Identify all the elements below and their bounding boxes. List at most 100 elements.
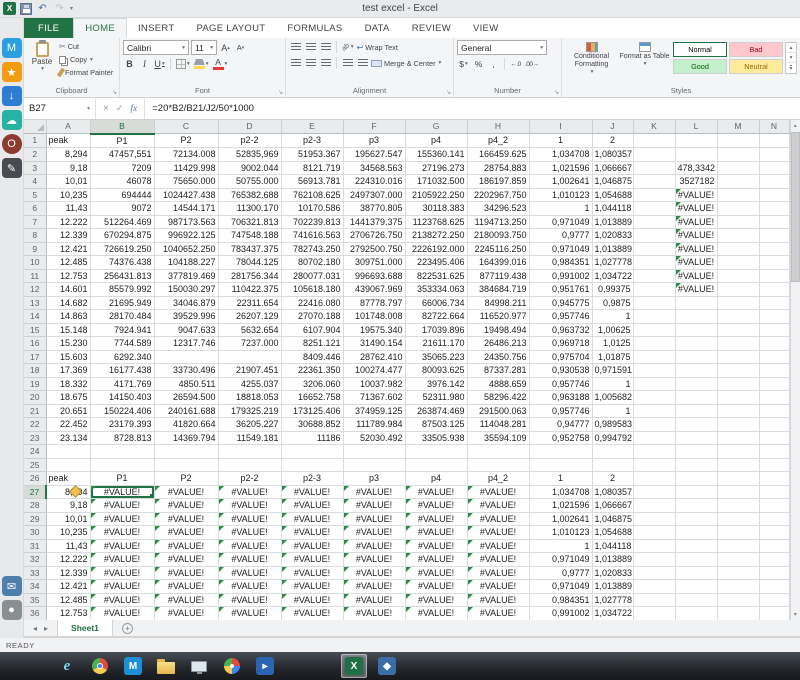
cell-I2[interactable]: 1,034708 — [529, 147, 593, 162]
cell-M33[interactable] — [717, 566, 760, 580]
cell-G35[interactable]: #VALUE! — [405, 593, 468, 607]
cell-H24[interactable] — [467, 444, 530, 459]
cell-J35[interactable]: 1,027778 — [592, 593, 634, 607]
cell-F27[interactable]: #VALUE! — [343, 485, 406, 499]
cell-H14[interactable]: 116520.977 — [467, 309, 530, 324]
cell-A25[interactable] — [46, 458, 91, 472]
cell-J23[interactable]: 0,994792 — [592, 431, 634, 445]
cell-A13[interactable]: 14.682 — [46, 296, 91, 310]
cell-L8[interactable]: #VALUE! — [675, 228, 718, 243]
row-header-33[interactable]: 33 — [24, 566, 47, 580]
cell-L17[interactable] — [675, 350, 718, 364]
ribbon-tab-review[interactable]: REVIEW — [401, 18, 462, 38]
cell-J12[interactable]: 0,99375 — [592, 282, 634, 297]
cell-L29[interactable] — [675, 512, 718, 526]
cell-F21[interactable]: 374959.125 — [343, 404, 406, 418]
scroll-up-icon[interactable] — [791, 120, 800, 131]
align-right-button[interactable] — [319, 56, 332, 70]
cell-G34[interactable]: #VALUE! — [405, 579, 468, 594]
cell-L19[interactable] — [675, 377, 718, 391]
previous-sheet-icon[interactable] — [33, 624, 37, 633]
cell-N9[interactable] — [759, 242, 790, 256]
row-header-1[interactable]: 1 — [24, 133, 47, 148]
column-header-H[interactable]: H — [467, 120, 530, 134]
cell-D33[interactable]: #VALUE! — [218, 566, 282, 580]
cell-L10[interactable]: #VALUE! — [675, 255, 718, 270]
cell-D36[interactable]: #VALUE! — [218, 606, 282, 620]
column-header-M[interactable]: M — [717, 120, 760, 134]
cell-C24[interactable] — [154, 444, 219, 459]
cell-I24[interactable] — [529, 444, 593, 459]
cut-button[interactable]: Cut — [59, 40, 113, 53]
cell-E30[interactable]: #VALUE! — [281, 525, 344, 540]
italic-button[interactable]: I — [138, 57, 151, 71]
cell-A15[interactable]: 15.148 — [46, 323, 91, 337]
cell-A33[interactable]: 12.339 — [46, 566, 91, 580]
cell-I36[interactable]: 0,991002 — [529, 606, 593, 620]
font-dialog-launcher[interactable] — [278, 89, 283, 96]
cell-L7[interactable]: #VALUE! — [675, 215, 718, 229]
cell-J2[interactable]: 1,080357 — [592, 147, 634, 162]
row-header-35[interactable]: 35 — [24, 593, 47, 607]
cell-B14[interactable]: 28170.484 — [90, 309, 155, 324]
cell-D5[interactable]: 765382.688 — [218, 188, 282, 202]
row-header-32[interactable]: 32 — [24, 552, 47, 567]
cell-M32[interactable] — [717, 552, 760, 567]
dock-icon-browser-app[interactable]: O — [1, 134, 22, 154]
cell-F19[interactable]: 10037.982 — [343, 377, 406, 391]
ribbon-tab-file[interactable]: FILE — [24, 18, 74, 38]
shrink-font-button[interactable]: A — [234, 41, 247, 55]
cell-F15[interactable]: 19575.340 — [343, 323, 406, 337]
cell-H7[interactable]: 1194713.250 — [467, 215, 530, 229]
cell-D35[interactable]: #VALUE! — [218, 593, 282, 607]
name-box[interactable]: B27 — [24, 98, 96, 119]
cell-C22[interactable]: 41820.664 — [154, 417, 219, 432]
cell-I17[interactable]: 0,975704 — [529, 350, 593, 364]
cell-N13[interactable] — [759, 296, 790, 310]
dock-icon-cloud-app[interactable]: ☁ — [1, 110, 22, 130]
row-header-4[interactable]: 4 — [24, 174, 47, 189]
cell-A36[interactable]: 12.753 — [46, 606, 91, 620]
cell-A30[interactable]: 10,235 — [46, 525, 91, 540]
cell-J31[interactable]: 1,044118 — [592, 539, 634, 553]
cell-M20[interactable] — [717, 390, 760, 405]
row-header-34[interactable]: 34 — [24, 579, 47, 594]
taskbar-icon-file-explorer[interactable] — [153, 654, 179, 678]
cell-B25[interactable] — [90, 458, 155, 472]
taskbar-icon-media-app[interactable]: ▸ — [252, 654, 278, 678]
column-header-L[interactable]: L — [675, 120, 718, 134]
cell-B22[interactable]: 23179.393 — [90, 417, 155, 432]
cell-E2[interactable]: 51953.367 — [281, 147, 344, 162]
cell-K10[interactable] — [633, 255, 676, 270]
cell-L2[interactable] — [675, 147, 718, 162]
ribbon-tab-page-layout[interactable]: PAGE LAYOUT — [185, 18, 276, 38]
cell-M22[interactable] — [717, 417, 760, 432]
cell-J34[interactable]: 1,013889 — [592, 579, 634, 594]
cell-E3[interactable]: 8121.719 — [281, 161, 344, 175]
cell-A10[interactable]: 12.485 — [46, 255, 91, 270]
cell-N3[interactable] — [759, 161, 790, 175]
cell-F22[interactable]: 111789.984 — [343, 417, 406, 432]
cell-N1[interactable] — [759, 133, 790, 148]
cell-F28[interactable]: #VALUE! — [343, 498, 406, 513]
cell-L13[interactable] — [675, 296, 718, 310]
cell-I34[interactable]: 0,971049 — [529, 579, 593, 594]
cell-B29[interactable]: #VALUE! — [90, 512, 155, 526]
cell-K35[interactable] — [633, 593, 676, 607]
cell-M6[interactable] — [717, 201, 760, 216]
cell-D25[interactable] — [218, 458, 282, 472]
cell-G16[interactable]: 21611.170 — [405, 336, 468, 351]
cell-E7[interactable]: 702239.813 — [281, 215, 344, 229]
taskbar-icon-blue-app[interactable]: ◆ — [374, 654, 400, 678]
cell-G22[interactable]: 87503.125 — [405, 417, 468, 432]
cell-F9[interactable]: 2792500.750 — [343, 242, 406, 256]
cell-A24[interactable] — [46, 444, 91, 459]
cell-E25[interactable] — [281, 458, 344, 472]
cell-M14[interactable] — [717, 309, 760, 324]
cell-F32[interactable]: #VALUE! — [343, 552, 406, 567]
cell-K28[interactable] — [633, 498, 676, 513]
cell-H29[interactable]: #VALUE! — [467, 512, 530, 526]
cell-N27[interactable] — [759, 485, 790, 499]
cell-B8[interactable]: 670294.875 — [90, 228, 155, 243]
column-header-F[interactable]: F — [343, 120, 406, 134]
